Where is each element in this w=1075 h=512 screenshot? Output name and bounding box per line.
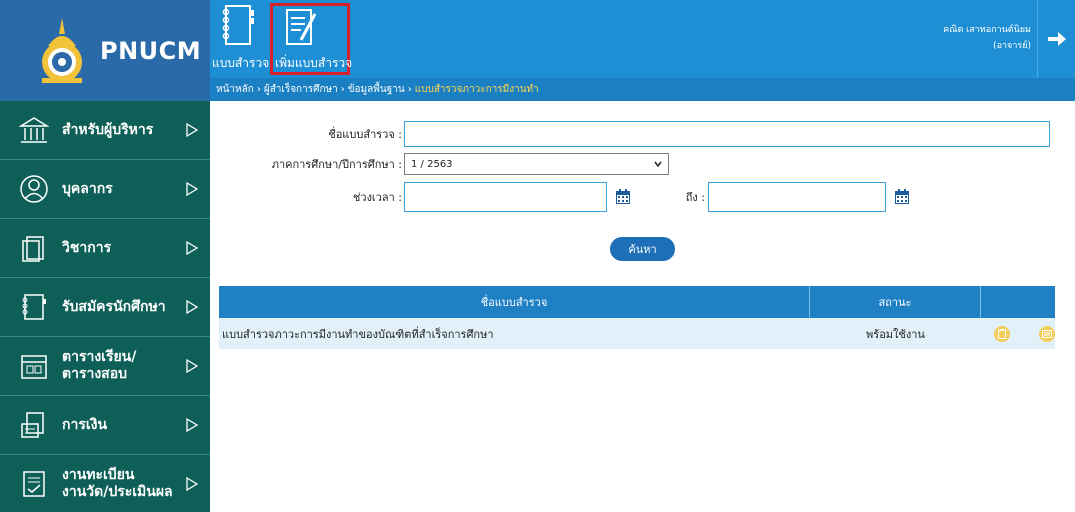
register-icon [16,466,52,502]
person-icon [16,171,52,207]
triangle-right-icon [186,477,198,491]
term-select[interactable]: 1 / 2563 [404,153,669,175]
sidebar-item-finance[interactable]: การเงิน [0,396,210,455]
books-icon [16,230,52,266]
sidebar-item-label: วิชาการ [62,239,112,256]
tab-add-survey-label: เพิ่มแบบสำรวจ [275,56,353,70]
sidebar-item-schedule[interactable]: ตารางเรียน/ ตารางสอบ [0,337,210,396]
clipboard-icon[interactable] [994,325,1010,342]
term-select-value: 1 / 2563 [411,158,453,170]
survey-name-row: ชื่อแบบสำรวจ : [219,121,1050,147]
triangle-right-icon [186,123,198,137]
sidebar-item-label: บุคลากร [62,180,113,197]
calendar-icon[interactable] [615,189,631,205]
period-to-input[interactable] [708,182,886,212]
user-info[interactable]: คณิต เสาทอกานต์นิยม (อาจารย์) [943,22,1031,54]
tab-survey[interactable]: แบบสำรวจ [212,4,270,74]
sidebar-item-label-line2: ตารางสอบ [62,366,128,382]
sidebar-item-label-line1: งานทะเบียน [62,467,135,483]
breadcrumb-home[interactable]: หน้าหลัก [216,82,254,97]
row-status: พร้อมใช้งาน [866,327,925,341]
to-label: ถึง : [685,191,705,204]
brand-logo-block[interactable]: PNUCM [0,0,210,101]
brand-name: PNUCM [100,36,202,65]
sidebar-item-label: สำหรับผู้บริหาร [62,121,154,138]
tab-add-survey[interactable]: เพิ่มแบบสำรวจ [270,3,353,75]
breadcrumb-current: แบบสำรวจภาวะการมีงานทำ [414,84,539,95]
sidebar-item-personnel[interactable]: บุคลากร [0,160,210,219]
term-label: ภาคการศึกษา/ปีการศึกษา : [271,158,402,171]
breadcrumb-separator: › [407,84,412,95]
breadcrumb-separator: › [340,84,345,95]
sidebar-item-label: ตารางเรียน/ ตารางสอบ [62,349,182,383]
calendar-icon [16,348,52,384]
user-role: (อาจารย์) [993,41,1031,51]
triangle-right-icon [186,418,198,432]
notebook-icon [212,4,258,50]
triangle-right-icon [186,300,198,314]
sidebar-item-label: การเงิน [62,416,108,433]
column-header-status[interactable]: สถานะ [810,286,981,318]
calendar-icon[interactable] [894,189,910,205]
logout-arrow-icon [1047,32,1066,46]
sidebar-item-academic[interactable]: วิชาการ [0,219,210,278]
sidebar-item-executive[interactable]: สำหรับผู้บริหาร [0,101,210,160]
university-seal-icon [42,17,82,83]
search-button[interactable]: ค้นหา [610,237,675,261]
triangle-right-icon [186,359,198,373]
breadcrumb-graduates[interactable]: ผู้สำเร็จการศึกษา [264,82,338,97]
sidebar-item-label-line2: งานวัด/ประเมินผล [62,484,173,500]
breadcrumb: หน้าหลัก › ผู้สำเร็จการศึกษา › ข้อมูลพื้… [210,78,1075,101]
sidebar-item-admission[interactable]: รับสมัครนักศึกษา [0,278,210,337]
table-row[interactable]: แบบสำรวจภาวะการมีงานทำของบัณฑิตที่สำเร็จ… [219,318,1055,349]
tab-survey-label: แบบสำรวจ [212,56,270,70]
survey-table: ชื่อแบบสำรวจ สถานะ แบบสำรวจภาวะการมีงานท… [219,286,1055,349]
user-name: คณิต เสาทอกานต์นิยม [943,25,1031,35]
table-header: ชื่อแบบสำรวจ สถานะ [219,286,1055,318]
column-header-name[interactable]: ชื่อแบบสำรวจ [219,286,810,318]
period-label: ช่วงเวลา : [352,191,402,204]
survey-name-label: ชื่อแบบสำรวจ : [328,128,402,141]
column-header-actions [981,286,1055,318]
sidebar-item-label-line1: ตารางเรียน/ [62,349,137,365]
breadcrumb-basic-info[interactable]: ข้อมูลพื้นฐาน [348,82,405,97]
term-row: ภาคการศึกษา/ปีการศึกษา : 1 / 2563 [219,153,669,175]
chevron-down-icon [654,161,662,167]
survey-name-input[interactable] [404,121,1050,147]
triangle-right-icon [186,182,198,196]
sidebar-item-label: รับสมัครนักศึกษา [62,298,166,315]
period-row: ช่วงเวลา : ถึง : [219,182,910,212]
logout-button[interactable] [1037,0,1075,78]
breadcrumb-separator: › [256,84,261,95]
triangle-right-icon [186,241,198,255]
row-actions [981,325,1055,342]
period-from-input[interactable] [404,182,607,212]
sidebar: สำหรับผู้บริหาร บุคลากร วิชาการ รับสมัคร… [0,101,210,512]
notebook-icon [16,289,52,325]
sidebar-item-registration[interactable]: งานทะเบียน งานวัด/ประเมินผล [0,455,210,512]
money-icon [16,407,52,443]
sidebar-item-label: งานทะเบียน งานวัด/ประเมินผล [62,467,182,501]
edit-document-icon [275,6,321,50]
building-icon [16,112,52,148]
list-icon[interactable] [1039,325,1055,342]
row-survey-name[interactable]: แบบสำรวจภาวะการมีงานทำของบัณฑิตที่สำเร็จ… [219,325,810,343]
